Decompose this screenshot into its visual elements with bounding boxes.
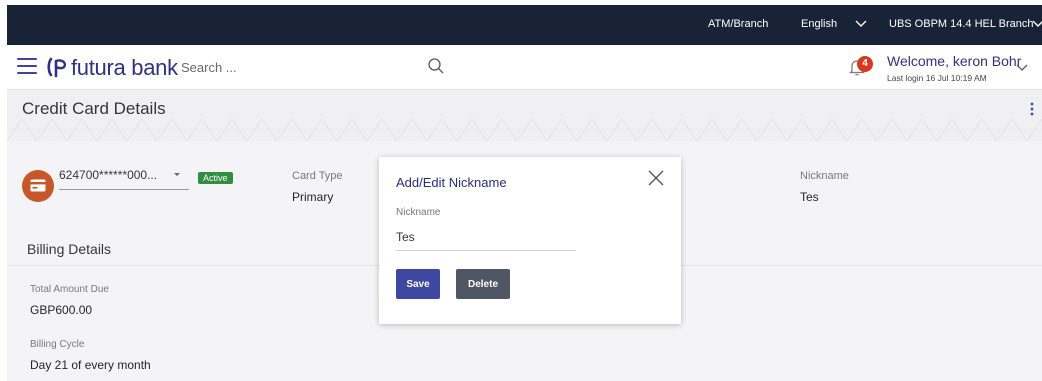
modal-nickname-label: Nickname xyxy=(396,207,441,218)
page: ATM/Branch English UBS OBPM 14.4 HEL Bra… xyxy=(7,5,1042,381)
save-button[interactable]: Save xyxy=(396,269,440,299)
nickname-input[interactable] xyxy=(396,223,576,251)
nickname-modal: Add/Edit Nickname Nickname Save Delete xyxy=(379,157,681,324)
delete-button[interactable]: Delete xyxy=(456,269,510,299)
modal-title: Add/Edit Nickname xyxy=(396,175,507,190)
close-icon[interactable] xyxy=(647,169,665,187)
